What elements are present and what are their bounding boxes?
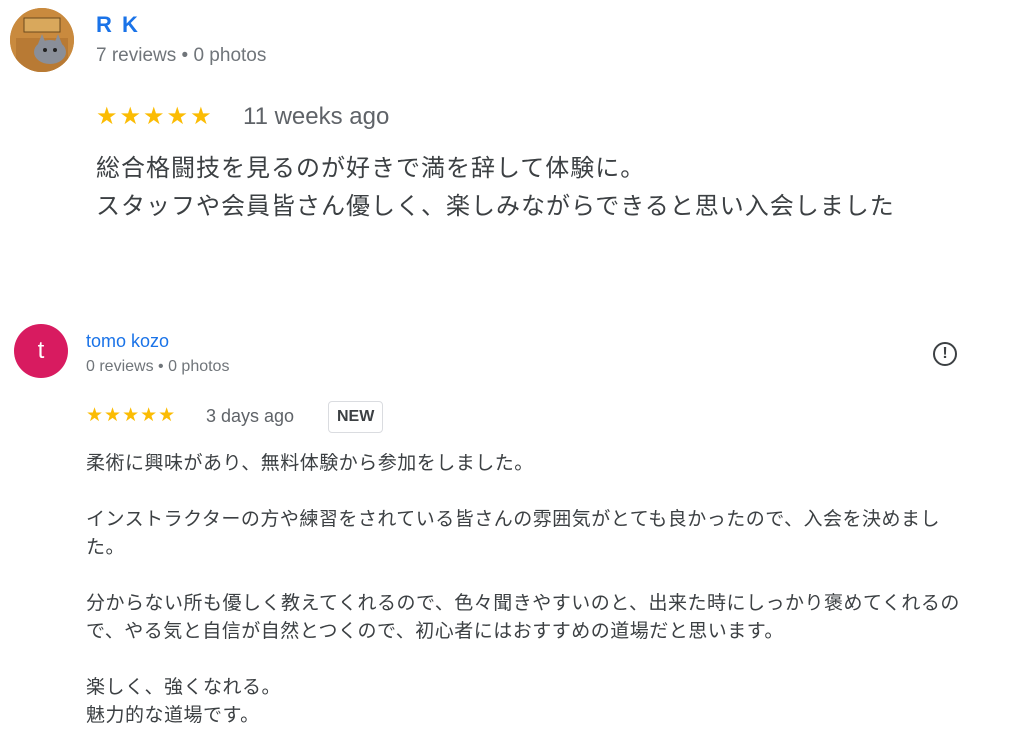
review-time: 11 weeks ago <box>243 103 390 130</box>
review-text-line: スタッフや会員皆さん優しく、楽しみながらできると思い入会しました <box>96 193 895 220</box>
review-time: 3 days ago <box>206 406 295 426</box>
cat-avatar-icon <box>10 8 74 72</box>
review-text-line: 総合格闘技を見るのが好きで満を辞して体験に。 <box>96 155 646 182</box>
review-paragraph: 魅力的な道場です。 <box>86 705 260 726</box>
avatar[interactable] <box>10 8 74 72</box>
author-meta: 7 reviews • 0 photos <box>96 45 267 66</box>
author-name[interactable]: R K <box>96 12 140 38</box>
star-rating: ★★★★★ <box>96 103 214 130</box>
review-paragraph: 分からない所も優しく教えてくれるので、色々聞きやすいのと、出来た時にしっかり褒め… <box>86 593 960 642</box>
report-flag-icon[interactable]: ! <box>933 342 957 366</box>
review-paragraph: インストラクターの方や練習をされている皆さんの雰囲気がとても良かったので、入会を… <box>86 509 941 558</box>
author-name[interactable]: tomo kozo <box>86 331 169 352</box>
new-badge: NEW <box>328 401 384 433</box>
author-meta: 0 reviews • 0 photos <box>86 358 230 375</box>
review-text: 総合格闘技を見るのが好きで満を辞して体験に。 スタッフや会員皆さん優しく、楽しみ… <box>96 150 895 226</box>
review-paragraph: 楽しく、強くなれる。 <box>86 677 282 698</box>
star-rating: ★★★★★ <box>86 405 177 426</box>
review-text: 柔術に興味があり、無料体験から参加をしました。 インストラクターの方や練習をされ… <box>86 450 976 730</box>
review-paragraph: 柔術に興味があり、無料体験から参加をしました。 <box>86 453 534 474</box>
avatar[interactable]: t <box>14 324 68 378</box>
